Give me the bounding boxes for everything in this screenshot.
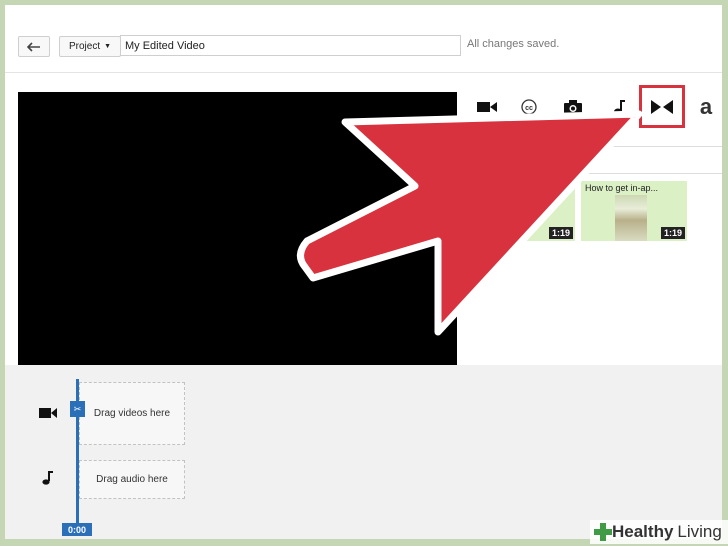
- cross-logo-icon: [594, 523, 612, 541]
- back-arrow-icon: [27, 41, 40, 52]
- video-camera-icon: [477, 101, 497, 112]
- tab-video[interactable]: [467, 85, 507, 128]
- tab-audio[interactable]: [599, 85, 639, 128]
- save-status: All changes saved.: [467, 38, 560, 50]
- watermark-brand-light: Living: [677, 522, 722, 541]
- project-dropdown[interactable]: Project ▼: [59, 36, 121, 57]
- search-area-divider: [489, 146, 722, 147]
- header-divider: [5, 72, 722, 73]
- clip-duration: 1:19: [548, 227, 573, 239]
- video-drop-zone[interactable]: Drag videos here: [79, 382, 185, 445]
- video-preview: [18, 92, 457, 365]
- time-indicator: 0:00: [62, 523, 92, 536]
- media-toolbar: cc a: [465, 85, 722, 130]
- tab-transitions[interactable]: [639, 85, 685, 128]
- clip-duration: 1:19: [660, 227, 685, 239]
- editor-window: Project ▼ All changes saved. cc: [5, 5, 722, 539]
- audio-drop-label: Drag audio here: [96, 474, 168, 485]
- audio-track-icon: [42, 471, 53, 490]
- clip-thumbnail[interactable]: How to get in-ap... 1:19: [581, 181, 687, 241]
- text-icon: a: [699, 93, 713, 119]
- video-title-input[interactable]: [120, 35, 461, 56]
- playhead-scissors-icon[interactable]: ✂: [70, 401, 85, 417]
- closed-captions-icon: cc: [521, 98, 537, 115]
- clip-title: How to get in-ap...: [585, 183, 659, 193]
- photo-camera-icon: [564, 99, 582, 114]
- video-track-icon: [39, 406, 57, 424]
- tab-text[interactable]: a: [689, 85, 722, 128]
- project-label: Project: [68, 41, 101, 52]
- music-note-icon: [614, 99, 625, 114]
- results-divider: [489, 173, 722, 174]
- audio-drop-zone[interactable]: Drag audio here: [79, 460, 185, 499]
- svg-text:cc: cc: [525, 105, 533, 112]
- video-drop-label: Drag videos here: [93, 408, 171, 419]
- tab-captions[interactable]: cc: [509, 85, 549, 128]
- caret-down-icon: ▼: [104, 43, 112, 50]
- clip-preview-image: [615, 195, 647, 241]
- back-button[interactable]: [18, 36, 50, 57]
- transitions-icon: [651, 99, 673, 114]
- tab-photos[interactable]: [553, 85, 593, 128]
- watermark-brand-strong: Healthy: [612, 522, 674, 541]
- clip-thumbnail[interactable]: 1:19: [489, 181, 575, 241]
- watermark: Healthy Living: [590, 520, 728, 544]
